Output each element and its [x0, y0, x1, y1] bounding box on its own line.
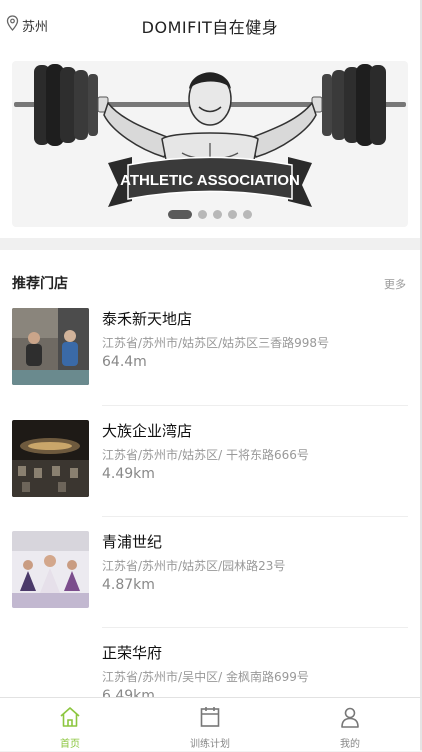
banner-carousel[interactable]: ATHLETIC ASSOCIATION: [12, 61, 408, 227]
page-title: DOMIFIT自在健身: [141, 18, 279, 37]
tab-profile-label: 我的: [340, 739, 360, 750]
carousel-dot-active[interactable]: [168, 210, 192, 219]
list-divider: [102, 405, 408, 406]
carousel-indicators: [12, 210, 408, 219]
more-link[interactable]: 更多: [384, 276, 406, 292]
store-distance: 64.4m: [102, 354, 147, 370]
carousel-dot[interactable]: [243, 210, 252, 219]
store-item[interactable]: 青浦世纪 江苏省/苏州市/姑苏区/园林路23号 4.87km: [0, 531, 420, 641]
store-name: 青浦世纪: [102, 533, 163, 551]
store-name: 大族企业湾店: [102, 422, 193, 440]
user-icon: [339, 706, 361, 732]
app-screen: 苏州 DOMIFIT自在健身 ATHLETIC ASSOCIATION 推荐门店…: [0, 0, 422, 751]
tab-training-plan-label: 训练计划: [190, 739, 230, 750]
carousel-dot[interactable]: [213, 210, 222, 219]
store-address: 江苏省/苏州市/姑苏区/ 干将东路666号: [102, 448, 309, 462]
bottom-tab-bar: 首页 训练计划 我的: [0, 697, 420, 751]
section-title: 推荐门店: [12, 276, 68, 292]
section-separator: [0, 238, 420, 250]
carousel-dot[interactable]: [228, 210, 237, 219]
store-item[interactable]: 泰禾新天地店 江苏省/苏州市/姑苏区/姑苏区三香路998号 64.4m: [0, 308, 420, 418]
store-distance: 4.87km: [102, 577, 155, 593]
tab-home-label: 首页: [60, 739, 80, 750]
store-photo: [12, 531, 89, 608]
home-icon: [59, 706, 81, 732]
store-item[interactable]: 大族企业湾店 江苏省/苏州市/姑苏区/ 干将东路666号 4.49km: [0, 420, 420, 530]
tab-training-plan[interactable]: 训练计划: [140, 698, 280, 751]
store-photo: [12, 308, 89, 385]
banner-caption: ATHLETIC ASSOCIATION: [120, 172, 300, 189]
store-name: 正荣华府: [102, 644, 163, 662]
list-divider: [102, 516, 408, 517]
store-distance: 4.49km: [102, 466, 155, 482]
store-address: 江苏省/苏州市/姑苏区/园林路23号: [102, 559, 286, 573]
list-divider: [102, 627, 408, 628]
banner-image: ATHLETIC ASSOCIATION: [14, 64, 406, 207]
carousel-dot[interactable]: [198, 210, 207, 219]
tab-home[interactable]: 首页: [0, 698, 140, 751]
calendar-icon: [199, 706, 221, 732]
store-address: 江苏省/苏州市/吴中区/ 金枫南路699号: [102, 670, 309, 684]
store-name: 泰禾新天地店: [102, 310, 193, 328]
top-bar: 苏州 DOMIFIT自在健身: [0, 0, 420, 50]
tab-profile[interactable]: 我的: [280, 698, 420, 751]
store-photo: [12, 420, 89, 497]
store-address: 江苏省/苏州市/姑苏区/姑苏区三香路998号: [102, 336, 330, 350]
